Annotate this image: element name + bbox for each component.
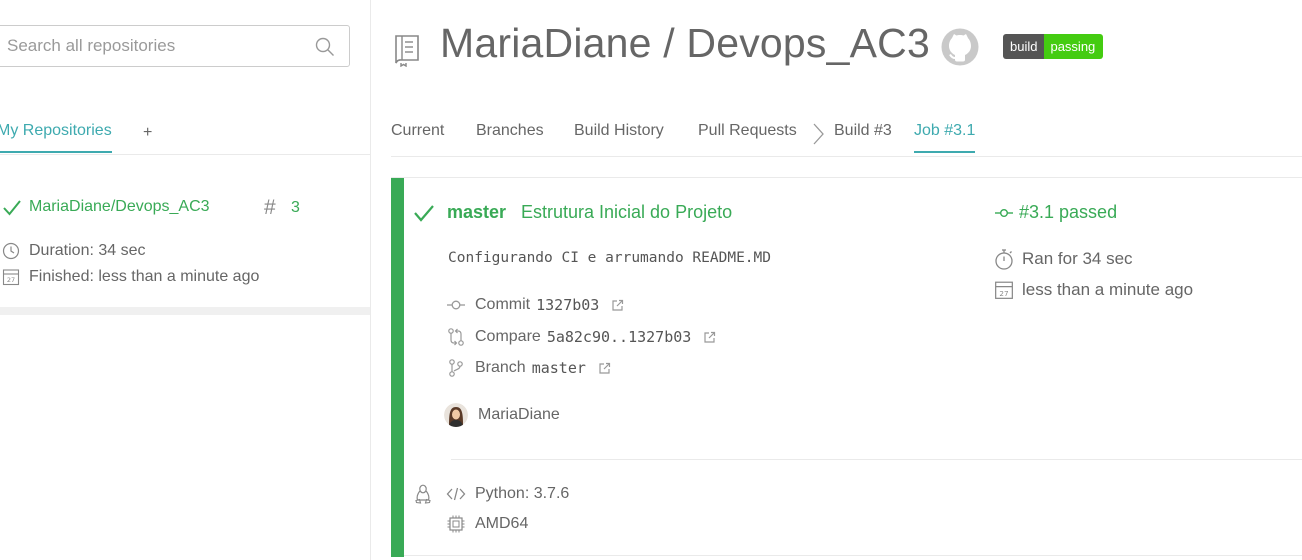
external-link-icon[interactable]	[703, 331, 716, 344]
search-icon[interactable]	[315, 37, 335, 57]
job-branch-name: master	[447, 202, 507, 222]
branch-row: Branch master	[446, 358, 611, 378]
tab-branches[interactable]: Branches	[476, 122, 544, 140]
check-icon	[3, 200, 21, 216]
finished-text: less than a minute ago	[1022, 280, 1194, 299]
repo-icon	[395, 35, 419, 67]
compare-icon	[448, 328, 464, 346]
linux-icon	[415, 484, 431, 504]
arch-text: AMD64	[475, 515, 529, 532]
author-name: MariaDiane	[478, 406, 560, 423]
job-number-status: #3.1 passed	[1019, 202, 1118, 222]
ran-for-row: Ran for 34 sec	[994, 248, 1133, 270]
code-icon	[446, 487, 466, 501]
job-status-bar	[391, 178, 404, 557]
tab-current[interactable]: Current	[391, 122, 444, 140]
svg-text:27: 27	[7, 276, 15, 284]
sidebar-tabs: My Repositories +	[0, 108, 371, 155]
check-icon	[414, 205, 434, 222]
branch-icon	[449, 359, 463, 377]
calendar-icon: 27	[2, 269, 20, 286]
tab-pull-requests[interactable]: Pull Requests	[698, 122, 797, 140]
badge-label: build	[1003, 34, 1045, 59]
clock-icon	[2, 242, 20, 260]
search-input[interactable]	[7, 26, 307, 66]
job-number-row: #3.1 passed	[994, 202, 1117, 223]
search-box[interactable]	[0, 25, 350, 67]
job-card: master Estrutura Inicial do Projeto Conf…	[391, 177, 1302, 557]
compare-range-link[interactable]: 5a82c90..1327b03	[547, 328, 692, 346]
tab-build[interactable]: Build #3	[834, 122, 892, 140]
finished-row: 27 less than a minute ago	[994, 280, 1193, 300]
divider	[451, 459, 1302, 460]
tab-job[interactable]: Job #3.1	[914, 122, 976, 153]
avatar	[444, 403, 468, 427]
external-link-icon[interactable]	[611, 299, 624, 312]
commit-row: Commit 1327b03	[446, 295, 624, 315]
language-row: Python: 3.7.6	[446, 484, 569, 504]
language-text: Python: 3.7.6	[475, 485, 570, 502]
compare-row: Compare 5a82c90..1327b03	[446, 327, 716, 347]
repo-duration-text: Duration: 34 sec	[29, 242, 146, 259]
chevron-right-icon	[813, 123, 824, 145]
commit-label: Commit	[475, 296, 531, 313]
stopwatch-icon	[995, 249, 1013, 270]
add-repository-button[interactable]: +	[143, 124, 152, 142]
commit-icon	[995, 208, 1013, 217]
hash-icon: #	[264, 196, 276, 219]
repo-finished-text: Finished: less than a minute ago	[29, 268, 260, 285]
tab-my-repositories[interactable]: My Repositories	[0, 122, 112, 153]
ran-for-text: Ran for 34 sec	[1022, 249, 1133, 268]
calendar-icon: 27	[995, 281, 1013, 299]
repo-name-link[interactable]: MariaDiane/Devops_AC3	[29, 198, 210, 216]
arch-row: AMD64	[446, 514, 528, 534]
branch-value-link[interactable]: master	[532, 359, 586, 377]
compare-label: Compare	[475, 328, 541, 345]
repo-build-number[interactable]: 3	[291, 199, 300, 217]
github-icon[interactable]	[941, 28, 979, 66]
commit-icon	[447, 300, 465, 310]
page-title: MariaDiane / Devops_AC3	[440, 20, 930, 66]
author-row: MariaDiane	[444, 403, 560, 427]
job-commit-title: Estrutura Inicial do Projeto	[521, 202, 733, 222]
nav-tabs: Current Branches Build History Pull Requ…	[391, 110, 1302, 157]
badge-status: passing	[1044, 34, 1104, 59]
branch-label: Branch	[475, 359, 526, 376]
tab-build-history[interactable]: Build History	[574, 122, 664, 140]
svg-text:27: 27	[999, 289, 1008, 298]
sidebar: My Repositories + MariaDiane/Devops_AC3 …	[0, 0, 371, 560]
job-commit-message: Configurando CI e arrumando README.MD	[448, 250, 772, 266]
build-status-badge[interactable]: build passing	[1003, 34, 1104, 59]
commit-sha-link[interactable]: 1327b03	[536, 296, 599, 314]
cpu-icon	[447, 515, 465, 533]
repo-list-item[interactable]: MariaDiane/Devops_AC3 # 3 Duration: 34 s…	[0, 178, 370, 315]
repo-duration: Duration: 34 sec	[2, 242, 146, 260]
repo-finished: 27 Finished: less than a minute ago	[2, 268, 259, 286]
external-link-icon[interactable]	[598, 362, 611, 375]
